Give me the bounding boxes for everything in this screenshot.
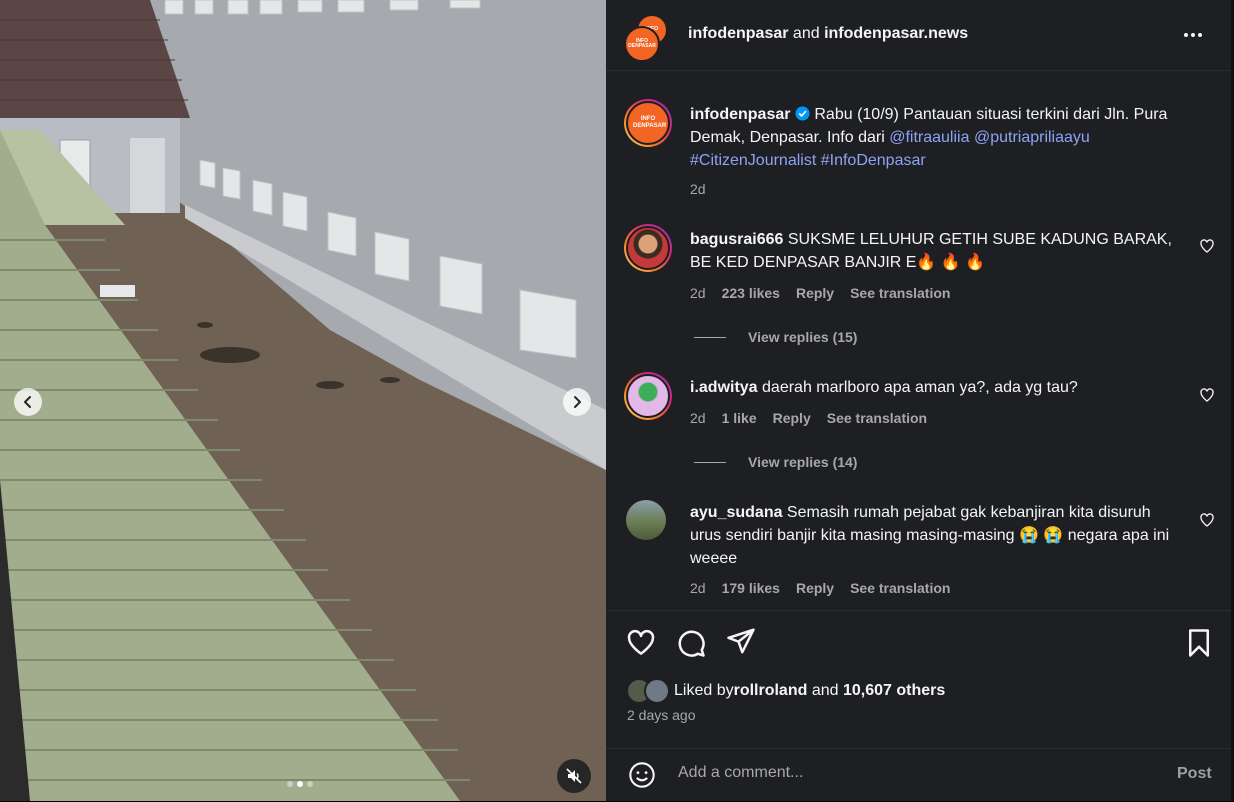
like-comment-heart-icon[interactable]: [1199, 387, 1215, 403]
carousel-prev-button[interactable]: [14, 388, 42, 416]
caption-time: 2d: [690, 181, 706, 197]
comment-meta: 2d 1 like Reply See translation: [690, 410, 927, 426]
comment-likes[interactable]: 223 likes: [722, 285, 780, 301]
see-translation-button[interactable]: See translation: [850, 580, 950, 596]
hashtag-link[interactable]: #CitizenJournalist: [690, 152, 816, 169]
likes-prefix: Liked by: [674, 682, 734, 699]
like-heart-icon[interactable]: [626, 628, 656, 658]
post-comment-button[interactable]: Post: [1177, 765, 1212, 783]
comment-time: 2d: [690, 410, 706, 426]
post-details-panel: INFO INFO DENPASAR infodenpasar and info…: [606, 0, 1231, 801]
header-joiner: and: [788, 25, 825, 42]
account-link-infodenpasar-news[interactable]: infodenpasar.news: [824, 25, 968, 42]
share-send-icon[interactable]: [726, 626, 756, 656]
post-date: 2 days ago: [627, 707, 696, 723]
likes-joiner: and: [807, 682, 843, 699]
avatar-infodenpasar: INFO DENPASAR: [624, 26, 660, 62]
collab-avatars[interactable]: INFO INFO DENPASAR: [624, 14, 668, 62]
post-header-title: infodenpasar and infodenpasar.news: [688, 25, 968, 43]
comment-avatar[interactable]: [626, 500, 666, 540]
carousel-dot: [287, 781, 293, 787]
flood-photo: [0, 0, 606, 801]
comment-text: i.adwitya daerah marlboro apa aman ya?, …: [690, 376, 1180, 399]
see-translation-button[interactable]: See translation: [827, 410, 927, 426]
comment-time: 2d: [690, 580, 706, 596]
post-media[interactable]: [0, 0, 606, 801]
chevron-left-icon: [24, 396, 31, 408]
caption-avatar[interactable]: INFO DENPASAR: [624, 99, 672, 147]
more-options-icon[interactable]: [1184, 27, 1208, 43]
reply-button[interactable]: Reply: [796, 580, 834, 596]
account-link-infodenpasar[interactable]: infodenpasar: [688, 25, 788, 42]
comment-bubble-icon[interactable]: [676, 628, 706, 658]
comment-input[interactable]: [676, 763, 1140, 783]
replies-divider: [694, 336, 726, 338]
likes-others-link[interactable]: 10,607 others: [843, 682, 945, 700]
mention-link[interactable]: @fitraauliia: [889, 129, 969, 146]
view-replies-button[interactable]: View replies (15): [694, 329, 857, 345]
view-replies-button[interactable]: View replies (14): [694, 454, 857, 470]
comment-avatar[interactable]: [624, 372, 672, 420]
comment-time: 2d: [690, 285, 706, 301]
comment-likes[interactable]: 1 like: [722, 410, 757, 426]
comment-username[interactable]: i.adwitya: [690, 379, 758, 396]
verified-badge-icon: [795, 106, 810, 121]
mention-link[interactable]: @putriapriliaayu: [974, 129, 1090, 146]
emoji-icon[interactable]: [628, 761, 656, 789]
comment-body: daerah marlboro apa aman ya?, ada yg tau…: [757, 379, 1078, 396]
comment-avatar[interactable]: [624, 224, 672, 272]
carousel-dot-active: [297, 781, 303, 787]
see-translation-button[interactable]: See translation: [850, 285, 950, 301]
avatar-logo-text: INFO DENPASAR: [633, 116, 667, 129]
like-comment-heart-icon[interactable]: [1199, 512, 1215, 528]
comment-username[interactable]: ayu_sudana: [690, 504, 782, 521]
comment-username[interactable]: bagusrai666: [690, 231, 783, 248]
carousel-dot: [307, 781, 313, 787]
liker-avatar: [644, 678, 670, 704]
post-caption: infodenpasar Rabu (10/9) Pantauan situas…: [690, 103, 1210, 172]
post-header: INFO INFO DENPASAR infodenpasar and info…: [606, 0, 1231, 71]
reply-button[interactable]: Reply: [773, 410, 811, 426]
view-replies-label: View replies (14): [748, 454, 858, 470]
mute-toggle-button[interactable]: [557, 759, 591, 793]
carousel-indicator: [287, 781, 313, 787]
view-replies-label: View replies (15): [748, 329, 858, 345]
replies-divider: [694, 461, 726, 463]
chevron-right-icon: [574, 396, 581, 408]
comment-likes[interactable]: 179 likes: [722, 580, 780, 596]
reply-button[interactable]: Reply: [796, 285, 834, 301]
comment-text: bagusrai666 SUKSME LELUHUR GETIH SUBE KA…: [690, 228, 1180, 274]
comment-meta: 2d 223 likes Reply See translation: [690, 285, 950, 301]
liker-username[interactable]: rollroland: [734, 682, 808, 700]
hashtag-link[interactable]: #InfoDenpasar: [821, 152, 926, 169]
caption-username[interactable]: infodenpasar: [690, 106, 790, 123]
speaker-muted-icon: [566, 768, 582, 784]
carousel-next-button[interactable]: [563, 388, 591, 416]
likes-summary: Liked by rollroland and 10,607 others: [626, 678, 945, 704]
save-bookmark-icon[interactable]: [1184, 628, 1214, 658]
comment-text: ayu_sudana Semasih rumah pejabat gak keb…: [690, 501, 1180, 570]
like-comment-heart-icon[interactable]: [1199, 238, 1215, 254]
comment-meta: 2d 179 likes Reply See translation: [690, 580, 950, 596]
add-comment-bar: Post: [606, 748, 1231, 802]
post-actions: [606, 610, 1231, 657]
